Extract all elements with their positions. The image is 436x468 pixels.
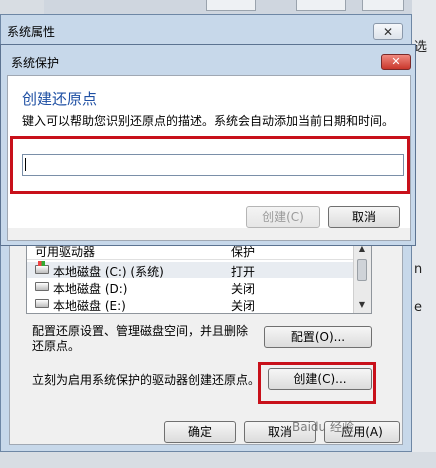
background-button [206, 0, 256, 11]
watermark: Baidu 经验 [292, 420, 354, 434]
background-peek-text: n [414, 262, 423, 277]
cancel-button[interactable]: 取消 [328, 206, 400, 228]
background-button [362, 0, 404, 11]
page-title: 创建还原点 [22, 90, 98, 108]
drive-protection-status: 打开 [231, 265, 256, 279]
create-description: 立刻为启用系统保护的驱动器创建还原点。 [32, 373, 261, 387]
close-button[interactable]: ✕ [373, 23, 403, 40]
background-window-bottom [44, 452, 436, 468]
drive-name: 本地磁盘 (C:) (系统) [53, 265, 164, 279]
create-restore-point-button[interactable]: 创建(C)... [268, 368, 372, 390]
drive-row[interactable]: 本地磁盘 (E:) 关闭 [27, 296, 353, 313]
close-icon: ✕ [391, 55, 401, 68]
drive-icon [35, 299, 49, 308]
drive-protection-status: 关闭 [231, 299, 256, 313]
dialog-title: 系统保护 [11, 56, 60, 70]
drive-icon [35, 282, 49, 291]
system-drive-icon [35, 261, 49, 274]
drive-list[interactable]: 可用驱动器 保护 本地磁盘 (C:) (系统) 打开 本地磁盘 (D:) 关闭 … [26, 240, 372, 314]
scroll-thumb[interactable] [357, 259, 367, 281]
text-caret [25, 158, 26, 171]
drive-row[interactable]: 本地磁盘 (D:) 关闭 [27, 279, 353, 296]
close-icon: ✕ [382, 25, 394, 39]
background-peek-text: e [414, 300, 422, 315]
drive-list-scrollbar[interactable]: ▲ ▼ [353, 241, 371, 313]
instruction-text: 键入可以帮助您识别还原点的描述。系统会自动添加当前日期和时间。 [22, 114, 395, 128]
drive-name: 本地磁盘 (E:) [53, 299, 126, 313]
drive-name: 本地磁盘 (D:) [53, 282, 128, 296]
ok-button[interactable]: 确定 [164, 421, 236, 443]
configure-description: 配置还原设置、管理磁盘空间，并且删除还原点。 [32, 324, 249, 353]
configure-button[interactable]: 配置(O)... [264, 326, 372, 348]
background-button [296, 0, 346, 11]
drive-protection-status: 关闭 [231, 282, 256, 296]
scroll-down-icon[interactable]: ▼ [356, 299, 368, 311]
drive-row[interactable]: 本地磁盘 (C:) (系统) 打开 [27, 261, 353, 279]
dialog-title: 系统属性 [7, 25, 56, 39]
restore-point-description-input[interactable] [22, 154, 404, 176]
create-button[interactable]: 创建(C) [246, 206, 320, 228]
close-button[interactable]: ✕ [381, 54, 411, 70]
